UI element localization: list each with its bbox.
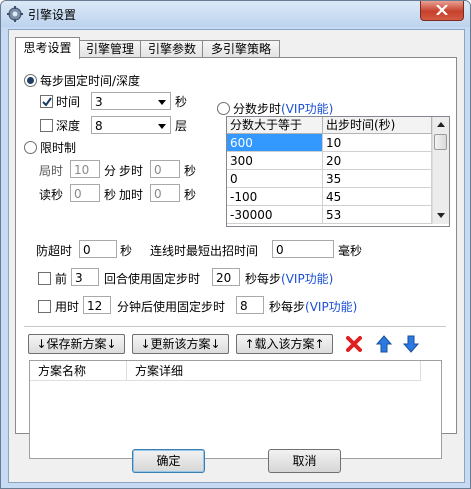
tab-engine-params[interactable]: 引擎参数 — [140, 40, 204, 58]
arrow-down-icon[interactable] — [402, 335, 420, 353]
time-unit: 秒 — [175, 95, 188, 109]
close-icon — [436, 5, 448, 15]
time-limit-label: 限时制 — [40, 141, 77, 155]
depth-unit: 层 — [175, 119, 188, 133]
elapsed-checkbox[interactable] — [38, 300, 51, 313]
red-x-icon[interactable] — [345, 335, 363, 353]
game-time-label: 局时 — [39, 164, 64, 178]
scroll-up-icon[interactable] — [437, 122, 445, 127]
time-select[interactable]: 3 — [91, 92, 171, 110]
step-time-label: 步时 — [119, 164, 144, 178]
increment-input[interactable]: 0 — [150, 184, 180, 202]
scheme-list[interactable]: 方案名称 方案详细 — [29, 360, 442, 459]
time-label: 时间 — [56, 95, 81, 109]
divider — [24, 326, 446, 327]
min-time-label: 连线时最短出招时间 — [150, 244, 259, 258]
timeout-unit: 秒 — [120, 244, 133, 258]
window-title: 引擎设置 — [28, 8, 77, 22]
min-time-input[interactable]: 0 — [272, 240, 334, 258]
tab-engine-management[interactable]: 引擎管理 — [78, 40, 142, 58]
score-step-label: 分数步时(VIP功能) — [233, 100, 333, 117]
time-select-value: 3 — [95, 95, 103, 109]
time-cell[interactable]: 20 — [323, 152, 432, 170]
score-cell[interactable]: -100 — [227, 188, 323, 206]
cancel-button[interactable]: 取消 — [268, 449, 341, 473]
game-time-input[interactable]: 10 — [70, 160, 100, 178]
column-header: 方案详细 — [127, 361, 421, 381]
front-rounds-suffix-text: 秒每步 — [245, 272, 282, 286]
depth-select-value: 8 — [95, 119, 103, 133]
fixed-per-move-radio[interactable] — [24, 74, 37, 87]
time-cell[interactable]: 10 — [323, 134, 432, 152]
timeout-label: 防超时 — [36, 244, 73, 258]
front-rounds-seconds-input[interactable]: 20 — [212, 268, 240, 286]
arrow-up-icon[interactable] — [375, 335, 393, 353]
chevron-down-icon — [158, 100, 166, 105]
min-time-unit: 毫秒 — [338, 244, 363, 258]
depth-checkbox[interactable] — [40, 119, 53, 132]
step-time-input[interactable]: 0 — [150, 160, 180, 178]
score-cell[interactable]: 300 — [227, 152, 323, 170]
front-rounds-suffix: 秒每步(VIP功能) — [245, 270, 333, 287]
front-rounds-text: 回合使用固定步时 — [104, 272, 201, 286]
score-step-vip: (VIP功能) — [281, 102, 334, 116]
front-rounds-checkbox[interactable] — [38, 272, 51, 285]
timeout-input[interactable]: 0 — [79, 240, 117, 258]
score-step-text: 分数步时 — [233, 102, 282, 116]
table-scrollbar[interactable] — [432, 117, 449, 224]
scroll-down-icon[interactable] — [437, 213, 445, 218]
chevron-down-icon — [158, 124, 166, 129]
checkmark-icon — [42, 97, 52, 107]
depth-select[interactable]: 8 — [91, 116, 171, 134]
elapsed-seconds-input[interactable]: 8 — [236, 296, 264, 314]
step-time-unit: 秒 — [184, 164, 197, 178]
byoyomi-unit: 秒 — [104, 188, 117, 202]
score-cell[interactable]: 0 — [227, 170, 323, 188]
front-rounds-prefix: 前 — [55, 272, 68, 286]
elapsed-suffix-text: 秒每步 — [269, 300, 306, 314]
time-limit-radio[interactable] — [24, 141, 37, 154]
update-scheme-button[interactable]: ↓更新该方案↓ — [132, 334, 229, 354]
tab-multi-engine-strategy[interactable]: 多引擎策略 — [202, 40, 280, 58]
byoyomi-input[interactable]: 0 — [70, 184, 100, 202]
gear-icon — [7, 6, 23, 22]
score-step-radio[interactable] — [217, 102, 230, 115]
load-scheme-button[interactable]: ↑载入该方案↑ — [236, 334, 333, 354]
column-header: 出步时间(秒) — [323, 117, 432, 134]
depth-label: 深度 — [56, 119, 81, 133]
time-cell[interactable]: 53 — [323, 206, 432, 224]
elapsed-suffix: 秒每步(VIP功能) — [269, 298, 357, 315]
score-cell[interactable]: -30000 — [227, 206, 323, 224]
elapsed-text: 分钟后使用固定步时 — [117, 300, 226, 314]
minute-label: 分 — [104, 164, 117, 178]
dialog-client: 思考设置 引擎管理 引擎参数 多引擎策略 每步固定时间/深度 时间 3 秒 深度… — [8, 29, 465, 483]
increment-label: 加时 — [119, 188, 144, 202]
engine-settings-window: 引擎设置 思考设置 引擎管理 引擎参数 多引擎策略 每步固定时间/深度 时间 3 — [0, 0, 471, 489]
score-cell[interactable]: 600 — [227, 134, 323, 152]
elapsed-vip: (VIP功能) — [305, 300, 358, 314]
increment-unit: 秒 — [184, 188, 197, 202]
time-checkbox[interactable] — [40, 95, 53, 108]
elapsed-prefix: 用时 — [55, 300, 80, 314]
time-cell[interactable]: 35 — [323, 170, 432, 188]
tab-think-settings[interactable]: 思考设置 — [15, 37, 80, 59]
column-header: 方案名称 — [30, 361, 127, 381]
save-new-scheme-button[interactable]: ↓保存新方案↓ — [28, 334, 125, 354]
ok-button[interactable]: 确定 — [132, 449, 205, 473]
think-settings-panel: 每步固定时间/深度 时间 3 秒 深度 8 层 限时制 局时 10 分 步时 0… — [15, 57, 457, 459]
scroll-thumb[interactable] — [434, 134, 447, 150]
byoyomi-label: 读秒 — [39, 188, 64, 202]
elapsed-input[interactable]: 12 — [83, 296, 111, 314]
title-bar[interactable]: 引擎设置 — [1, 1, 470, 27]
front-rounds-input[interactable]: 3 — [71, 268, 99, 286]
close-button[interactable] — [420, 1, 464, 21]
time-cell[interactable]: 45 — [323, 188, 432, 206]
fixed-per-move-label: 每步固定时间/深度 — [40, 74, 141, 88]
column-header: 分数大于等于 — [227, 117, 323, 134]
score-step-table[interactable]: 分数大于等于 出步时间(秒) 600 10 300 20 0 35 -100 4… — [226, 116, 450, 227]
front-rounds-vip: (VIP功能) — [281, 272, 334, 286]
